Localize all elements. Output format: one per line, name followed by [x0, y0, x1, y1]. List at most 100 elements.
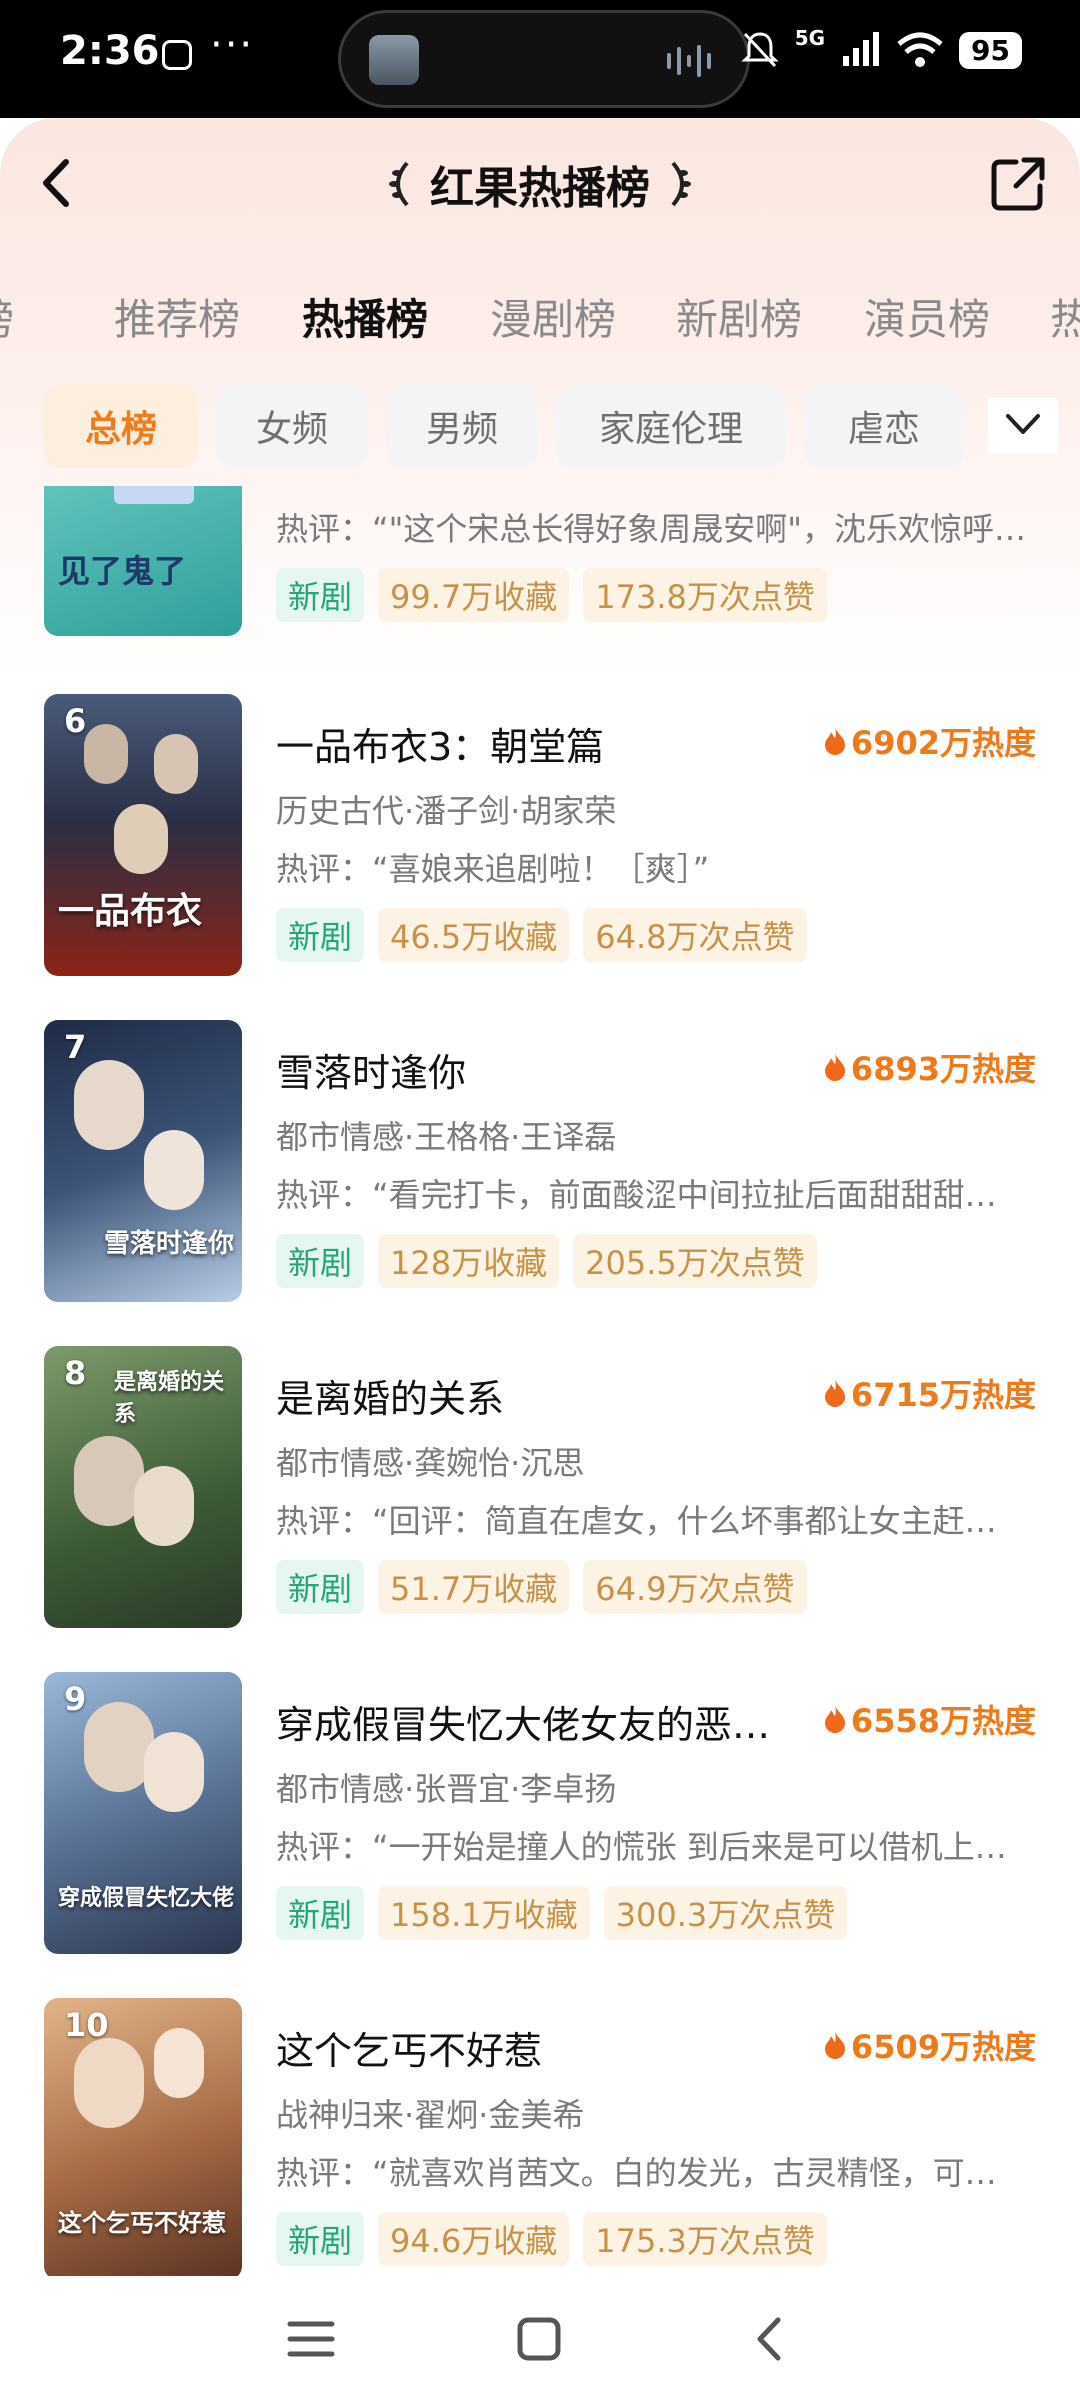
chip-romance[interactable]: 虐恋	[804, 384, 964, 468]
drama-title: 雪落时逢你	[276, 1051, 467, 1095]
poster-image: 见了鬼了	[44, 486, 242, 636]
status-bar: 2:36 ··· 5G 95	[0, 0, 1080, 118]
list-item[interactable]: 见了鬼了 热评：“"这个宋总长得好象周晟安啊"，沈乐欢惊呼… 新剧 99.7万收…	[0, 486, 1080, 636]
list-item[interactable]: 8 是离婚的关系 是离婚的关系 6715万热度 都市情感·龚婉怡·沉思 热评：“…	[0, 1346, 1080, 1628]
hot-review: 热评：“一开始是撞人的慌张 到后来是可以借机上…	[276, 1828, 1007, 1866]
flame-icon	[824, 727, 845, 755]
list-item[interactable]: 7 雪落时逢你 雪落时逢你 6893万热度 都市情感·王格格·王译磊 热评：“看…	[0, 1020, 1080, 1302]
rank-number: 7	[64, 1028, 87, 1066]
heat-score: 6509万热度	[823, 2022, 1036, 2068]
heat-value: 6715万热度	[850, 1376, 1036, 1414]
likes-count: 64.9万次点赞	[583, 1560, 807, 1614]
tab-partial-right[interactable]: 热	[1050, 286, 1080, 347]
heat-score: 6893万热度	[823, 1044, 1036, 1090]
new-drama-tag: 新剧	[276, 2212, 365, 2266]
drama-meta: 都市情感·王格格·王译磊	[276, 1118, 617, 1156]
network-5g-label: 5G	[794, 26, 826, 50]
tab-partial-left[interactable]: 榜	[0, 286, 14, 347]
dynamic-island[interactable]	[338, 10, 750, 108]
likes-count: 175.3万次点赞	[583, 2212, 827, 2266]
drama-meta: 战神归来·翟炯·金美希	[276, 2096, 585, 2134]
tab-recommend[interactable]: 推荐榜	[114, 286, 240, 347]
back-icon[interactable]	[734, 2304, 804, 2374]
heat-value: 6558万热度	[850, 1702, 1036, 1740]
new-drama-tag: 新剧	[276, 1886, 365, 1940]
likes-count: 205.5万次点赞	[573, 1234, 817, 1288]
tab-new[interactable]: 新剧榜	[676, 286, 802, 347]
poster-image: 7 雪落时逢你	[44, 1020, 242, 1302]
drama-title: 这个乞丐不好惹	[276, 2029, 543, 2073]
favorites-count: 158.1万收藏	[378, 1886, 590, 1940]
tags: 新剧 158.1万收藏 300.3万次点赞	[276, 1886, 848, 1940]
media-thumbnail-icon	[369, 35, 419, 85]
favorites-count: 99.7万收藏	[378, 568, 570, 622]
status-icons: 5G 95	[741, 26, 1022, 70]
flame-icon	[824, 1379, 845, 1407]
flame-icon	[824, 2031, 845, 2059]
heat-value: 6509万热度	[850, 2028, 1036, 2066]
drama-title: 穿成假冒失忆大佬女友的恶…	[276, 1703, 771, 1747]
rank-number: 10	[64, 2006, 109, 2044]
drama-title: 一品布衣3：朝堂篇	[276, 725, 605, 769]
tags: 新剧 46.5万收藏 64.8万次点赞	[276, 908, 807, 962]
top-bar: 红果热播榜	[0, 118, 1080, 248]
likes-count: 64.8万次点赞	[583, 908, 807, 962]
likes-count: 300.3万次点赞	[603, 1886, 848, 1940]
tab-comic[interactable]: 漫剧榜	[490, 286, 616, 347]
favorites-count: 94.6万收藏	[378, 2212, 570, 2266]
share-button[interactable]	[986, 152, 1050, 216]
laurel-right-icon	[671, 161, 692, 207]
expand-chips-button[interactable]	[988, 398, 1058, 454]
ranking-tabs: 榜 推荐榜 热播榜 漫剧榜 新剧榜 演员榜 热	[0, 286, 1080, 356]
chip-female[interactable]: 女频	[216, 384, 368, 468]
status-more-dots: ···	[210, 22, 255, 68]
poster-image: 10 这个乞丐不好惹	[44, 1998, 242, 2276]
tags: 新剧 94.6万收藏 175.3万次点赞	[276, 2212, 827, 2266]
hot-review: 热评：“喜娘来追剧啦！［爽］”	[276, 850, 710, 888]
chip-all[interactable]: 总榜	[44, 384, 198, 468]
home-square-icon[interactable]	[504, 2304, 574, 2374]
heat-score: 6902万热度	[823, 718, 1036, 764]
hot-review: 热评：“"这个宋总长得好象周晟安啊"，沈乐欢惊呼…	[276, 510, 1027, 548]
rank-number: 6	[64, 702, 87, 740]
poster-title: 是离婚的关系	[114, 1369, 225, 1427]
poster-title: 这个乞丐不好惹	[58, 2208, 226, 2237]
heat-value: 6902万热度	[850, 724, 1036, 762]
poster-title: 一品布衣	[58, 890, 203, 932]
list-item[interactable]: 9 穿成假冒失忆大佬 穿成假冒失忆大佬女友的恶… 6558万热度 都市情感·张晋…	[0, 1672, 1080, 1954]
menu-icon[interactable]	[276, 2304, 346, 2374]
signal-icon	[843, 32, 880, 66]
page-title: 红果热播榜	[430, 163, 650, 214]
heat-value: 6893万热度	[850, 1050, 1036, 1088]
mute-bell-icon	[741, 32, 779, 68]
tags: 新剧 99.7万收藏 173.8万次点赞	[276, 568, 827, 622]
laurel-left-icon	[388, 161, 409, 207]
heat-score: 6715万热度	[823, 1370, 1036, 1416]
drama-meta: 都市情感·龚婉怡·沉思	[276, 1444, 585, 1482]
favorites-count: 51.7万收藏	[378, 1560, 570, 1614]
filter-chips: 总榜 女频 男频 家庭伦理 虐恋	[0, 384, 1080, 470]
hot-review: 热评：“回评：简直在虐女，什么坏事都让女主赶…	[276, 1502, 997, 1540]
likes-count: 173.8万次点赞	[583, 568, 827, 622]
heat-score: 6558万热度	[823, 1696, 1036, 1742]
new-drama-tag: 新剧	[276, 1560, 365, 1614]
hot-review: 热评：“看完打卡，前面酸涩中间拉扯后面甜甜甜…	[276, 1176, 997, 1214]
battery-indicator: 95	[959, 31, 1022, 69]
tags: 新剧 128万收藏 205.5万次点赞	[276, 1234, 817, 1288]
new-drama-tag: 新剧	[276, 908, 365, 962]
flame-icon	[824, 1053, 845, 1081]
chip-male[interactable]: 男频	[386, 384, 538, 468]
tab-actor[interactable]: 演员榜	[864, 286, 990, 347]
system-nav-bar	[0, 2276, 1080, 2400]
page-title-wrap: 红果热播榜	[0, 152, 1080, 216]
poster-title: 穿成假冒失忆大佬	[58, 1885, 235, 1911]
list-item[interactable]: 6 一品布衣 一品布衣3：朝堂篇 6902万热度 历史古代·潘子剑·胡家荣 热评…	[0, 694, 1080, 976]
hot-review: 热评：“就喜欢肖茜文。白的发光，古灵精怪，可…	[276, 2154, 997, 2192]
poster-title: 见了鬼了	[58, 552, 187, 590]
tab-hot[interactable]: 热播榜	[302, 286, 428, 347]
rank-number: 8	[64, 1354, 87, 1392]
favorites-count: 128万收藏	[378, 1234, 560, 1288]
ranking-list: 见了鬼了 热评：“"这个宋总长得好象周晟安啊"，沈乐欢惊呼… 新剧 99.7万收…	[0, 486, 1080, 2276]
chip-family[interactable]: 家庭伦理	[556, 384, 786, 468]
list-item[interactable]: 10 这个乞丐不好惹 这个乞丐不好惹 6509万热度 战神归来·翟炯·金美希 热…	[0, 1998, 1080, 2276]
